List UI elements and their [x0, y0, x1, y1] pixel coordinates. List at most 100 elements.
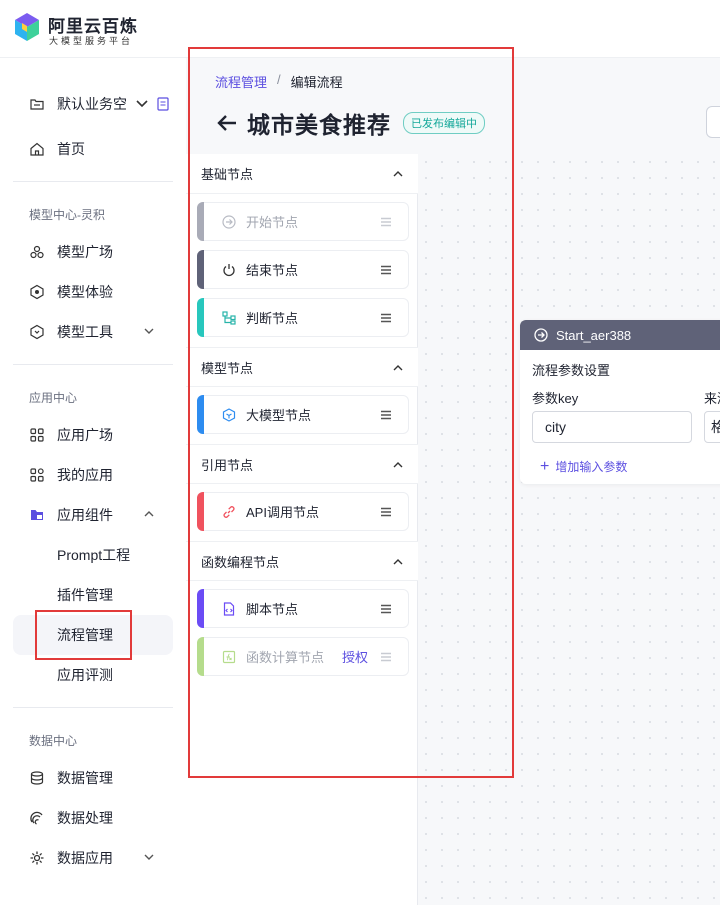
drag-handle-icon[interactable] [380, 506, 392, 518]
group-name: 模型节点 [201, 360, 254, 376]
sidebar-item-prompt[interactable]: Prompt工程 [13, 535, 173, 575]
brand-subtitle: 大模型服务平台 [49, 36, 134, 46]
sidebar-item-label: 模型体验 [57, 284, 113, 300]
home-icon [29, 141, 45, 157]
sidebar-item-label: 模型广场 [57, 244, 113, 260]
sidebar-item-label: 我的应用 [57, 467, 113, 483]
sidebar-item-app-square[interactable]: 应用广场 [13, 415, 173, 455]
sidebar-item-label: 插件管理 [57, 587, 113, 603]
group-header-function[interactable]: 函数编程节点 [186, 541, 418, 581]
arrow-left-icon[interactable] [215, 111, 239, 135]
sidebar-item-label: Prompt工程 [57, 547, 131, 563]
start-node-icon [534, 328, 548, 342]
folder-filled-icon [29, 507, 45, 523]
workspace-selector[interactable]: 默认业务空间 [13, 86, 186, 122]
sidebar-item-app-components[interactable]: 应用组件 [13, 495, 173, 535]
database-icon [29, 770, 45, 786]
sidebar-item-label: 应用广场 [57, 427, 113, 443]
group-name: 引用节点 [201, 457, 254, 473]
group-name: 基础节点 [201, 167, 254, 182]
add-param-label: 增加输入参数 [555, 460, 628, 474]
sidebar-item-home[interactable]: 首页 [13, 129, 173, 169]
breadcrumb-link-flow[interactable]: 流程管理 [215, 72, 267, 91]
node-label: 大模型节点 [246, 408, 312, 423]
node-llm[interactable]: 大模型节点 [197, 395, 409, 434]
node-color-bar [197, 589, 204, 628]
node-color-bar [197, 637, 204, 676]
start-node-icon [222, 214, 236, 229]
node-script[interactable]: 脚本节点 [197, 589, 409, 628]
flow-canvas[interactable] [418, 154, 720, 905]
sidebar-item-label: 数据管理 [57, 770, 113, 786]
node-start[interactable]: 开始节点 [197, 202, 409, 241]
chevron-up-icon[interactable] [143, 508, 155, 520]
code-file-icon [222, 601, 236, 616]
drag-handle-icon[interactable] [380, 264, 392, 276]
drag-handle-icon[interactable] [380, 651, 392, 663]
document-icon[interactable] [157, 97, 169, 111]
breadcrumb-separator: / [277, 72, 281, 87]
bailian-logo-icon [15, 13, 39, 41]
sidebar-item-data-apps[interactable]: 数据应用 [13, 838, 173, 878]
sidebar-item-label: 模型工具 [57, 324, 113, 340]
sidebar-item-model-square[interactable]: 模型广场 [13, 232, 173, 272]
authorize-link[interactable]: 授权 [342, 647, 368, 666]
group-header-reference[interactable]: 引用节点 [186, 444, 418, 484]
node-function-compute[interactable]: 函数计算节点 授权 [197, 637, 409, 676]
param-section-title: 流程参数设置 [532, 363, 611, 378]
sidebar-item-data-management[interactable]: 数据管理 [13, 758, 173, 798]
chevron-up-icon[interactable] [392, 459, 404, 471]
flow-title: 城市美食推荐 [247, 112, 391, 138]
node-label: API调用节点 [246, 505, 319, 520]
param-key-label: 参数key [532, 391, 579, 406]
main-area: 流程管理 / 编辑流程 城市美食推荐 已发布编辑中 基础节点 开始节点 结束节点 [186, 58, 720, 905]
sidebar-item-model-tools[interactable]: 模型工具 [13, 312, 173, 352]
sidebar-item-label: 数据处理 [57, 810, 113, 826]
sidebar-item-my-apps[interactable]: 我的应用 [13, 455, 173, 495]
drag-handle-icon[interactable] [380, 216, 392, 228]
param-source-select[interactable]: 格 [704, 411, 720, 443]
status-badge: 已发布编辑中 [403, 112, 485, 134]
llm-icon [222, 407, 236, 422]
top-bar: 阿里云百炼 大模型服务平台 [0, 0, 720, 58]
chevron-down-icon[interactable] [135, 97, 149, 111]
model-experience-icon [29, 284, 45, 300]
chevron-down-icon[interactable] [143, 325, 155, 337]
node-api[interactable]: API调用节点 [197, 492, 409, 531]
drag-handle-icon[interactable] [380, 312, 392, 324]
sidebar-item-label: 应用组件 [57, 507, 113, 523]
node-label: 判断节点 [246, 311, 299, 326]
folder-icon [29, 96, 45, 112]
chevron-up-icon[interactable] [392, 362, 404, 374]
drag-handle-icon[interactable] [380, 409, 392, 421]
workspace-name: 默认业务空间 [57, 96, 127, 112]
group-header-basic[interactable]: 基础节点 [186, 154, 418, 194]
sidebar-item-app-evaluation[interactable]: 应用评测 [13, 655, 173, 695]
node-condition[interactable]: 判断节点 [197, 298, 409, 337]
drag-handle-icon[interactable] [380, 603, 392, 615]
chevron-down-icon[interactable] [143, 851, 155, 863]
page-header: 流程管理 / 编辑流程 城市美食推荐 已发布编辑中 [186, 58, 720, 154]
divider [13, 364, 173, 365]
chevron-up-icon[interactable] [392, 556, 404, 568]
sidebar-item-data-processing[interactable]: 数据处理 [13, 798, 173, 838]
add-param-button[interactable]: + 增加输入参数 [540, 458, 627, 475]
chevron-up-icon[interactable] [392, 168, 404, 180]
section-label-app: 应用中心 [29, 391, 78, 405]
toolbar-button[interactable] [706, 106, 720, 138]
function-icon [222, 650, 236, 664]
sidebar-item-model-experience[interactable]: 模型体验 [13, 272, 173, 312]
model-square-icon [29, 244, 45, 260]
sidebar-item-plugins[interactable]: 插件管理 [13, 575, 173, 615]
section-label-model: 模型中心-灵积 [29, 208, 105, 222]
group-header-model[interactable]: 模型节点 [186, 347, 418, 387]
start-node-card[interactable]: Start_aer388 流程参数设置 参数key 来源 city 格 + 增加… [520, 320, 720, 484]
param-key-input[interactable]: city [532, 411, 692, 443]
grid-icon [29, 427, 45, 443]
gear-icon [29, 850, 45, 866]
start-node-header[interactable]: Start_aer388 [520, 320, 720, 350]
node-panel: 基础节点 开始节点 结束节点 判断节点 模型节点 大模型节点 引用节点 API调… [186, 154, 418, 905]
node-end[interactable]: 结束节点 [197, 250, 409, 289]
start-node-title: Start_aer388 [556, 327, 632, 343]
sidebar-item-label: 首页 [57, 141, 85, 157]
